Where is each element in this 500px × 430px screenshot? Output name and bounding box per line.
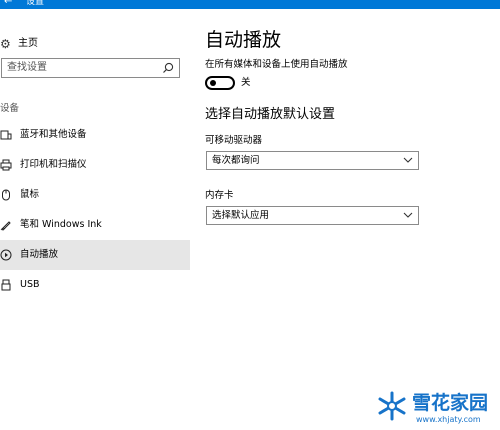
bluetooth-devices-icon — [0, 120, 14, 150]
usb-icon — [0, 270, 14, 300]
watermark-text: 雪花家园 — [412, 392, 489, 414]
snowflake-logo-icon — [378, 391, 406, 421]
watermark-url: www.xhjaty.com — [416, 415, 481, 424]
toggle-description: 在所有媒体和设备上使用自动播放 — [205, 59, 348, 70]
defaults-title: 选择自动播放默认设置 — [205, 107, 336, 122]
removable-drive-dropdown[interactable]: 每次都询问 — [206, 151, 419, 170]
watermark: 雪花家园 www.xhjaty.com — [374, 390, 500, 430]
search-input[interactable]: 查找设置 — [1, 58, 180, 78]
toggle-state-label: 关 — [241, 77, 251, 88]
chevron-down-icon — [403, 212, 413, 218]
sidebar-item-printers[interactable]: 打印机和扫描仪 — [0, 150, 190, 180]
sidebar-item-autoplay[interactable]: 自动播放 — [0, 240, 190, 270]
toggle-knob — [210, 80, 216, 86]
sidebar-home[interactable]: ⚙ 主页 — [0, 34, 190, 54]
sidebar-item-pen[interactable]: 笔和 Windows Ink — [0, 210, 190, 240]
sidebar-item-usb[interactable]: USB — [0, 270, 190, 300]
sidebar-item-label: 鼠标 — [20, 189, 40, 200]
autoplay-toggle[interactable] — [205, 76, 235, 90]
section-header-devices: 设备 — [0, 103, 20, 114]
memory-card-value: 选择默认应用 — [212, 210, 270, 221]
title-bar: ← 设置 — [0, 0, 500, 9]
sidebar-item-bluetooth[interactable]: 蓝牙和其他设备 — [0, 120, 190, 150]
mouse-icon — [0, 180, 14, 210]
chevron-down-icon — [403, 157, 413, 163]
search-icon[interactable] — [161, 61, 175, 75]
back-arrow-icon[interactable]: ← — [4, 0, 12, 7]
window-title: 设置 — [26, 0, 45, 7]
search-placeholder: 查找设置 — [7, 62, 47, 73]
main-content: 自动播放 在所有媒体和设备上使用自动播放 关 选择自动播放默认设置 可移动驱动器… — [205, 9, 500, 430]
page-title: 自动播放 — [205, 29, 282, 51]
sidebar-item-label: USB — [20, 279, 40, 290]
autoplay-icon — [0, 240, 14, 270]
memory-card-dropdown[interactable]: 选择默认应用 — [206, 206, 419, 225]
printer-icon — [0, 150, 14, 180]
sidebar-item-label: 自动播放 — [20, 249, 59, 260]
sidebar-item-label: 蓝牙和其他设备 — [20, 129, 87, 140]
sidebar-item-label: 笔和 Windows Ink — [20, 219, 102, 230]
home-label: 主页 — [18, 38, 38, 49]
sidebar-item-mouse[interactable]: 鼠标 — [0, 180, 190, 210]
pen-icon — [0, 210, 14, 240]
gear-icon: ⚙ — [0, 37, 11, 51]
sidebar: ⚙ 主页 查找设置 设备 蓝牙和其他设备 打印机和扫描仪 鼠标 笔和 Windo… — [0, 9, 190, 430]
removable-drive-value: 每次都询问 — [212, 155, 260, 166]
memory-card-label: 内存卡 — [205, 190, 234, 201]
removable-drive-label: 可移动驱动器 — [205, 135, 263, 146]
sidebar-item-label: 打印机和扫描仪 — [20, 159, 87, 170]
